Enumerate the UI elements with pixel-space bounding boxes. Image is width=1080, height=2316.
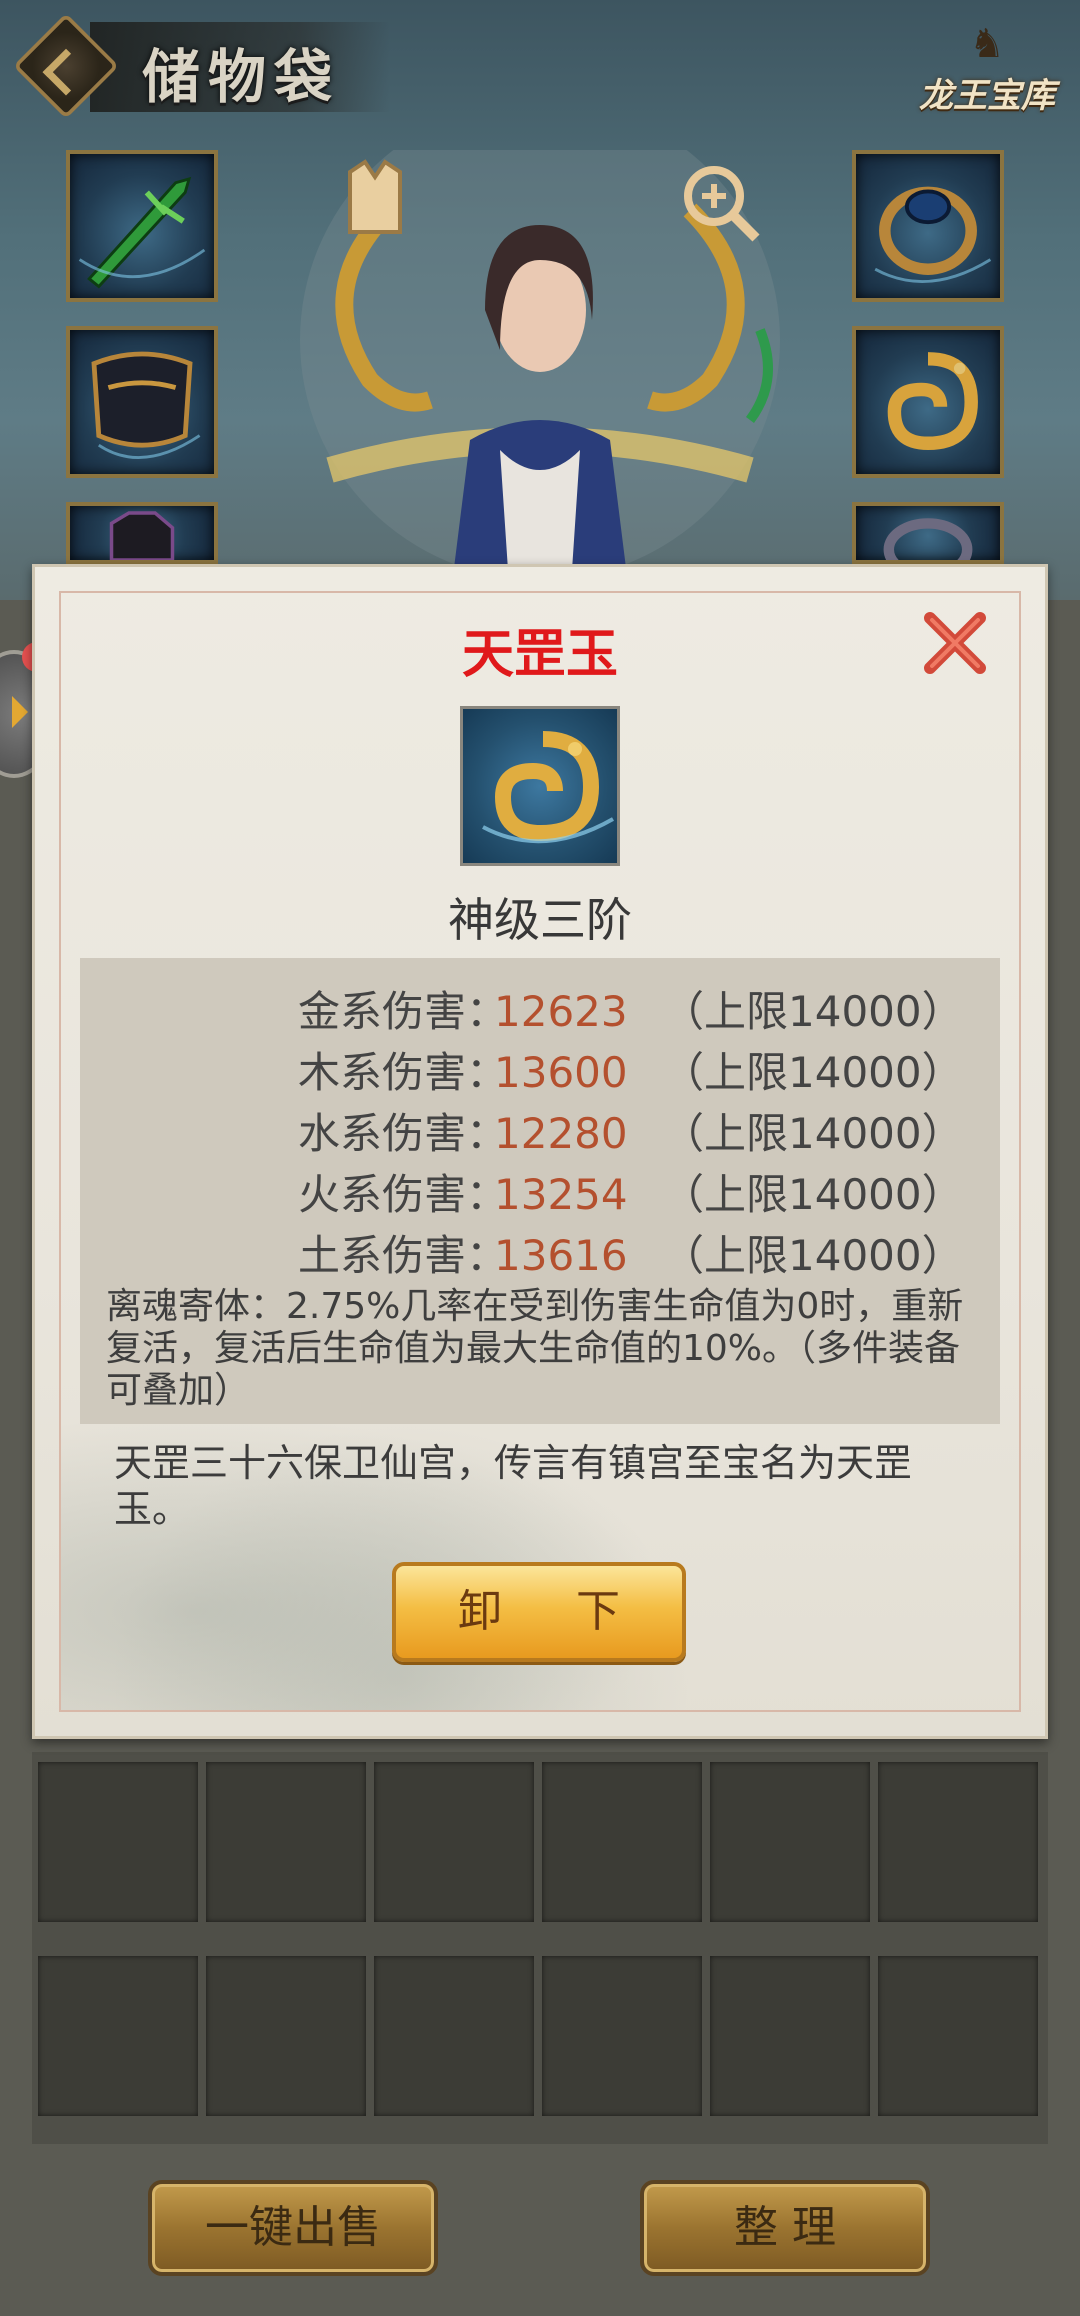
equip-slot-bracelet[interactable] [852,502,1004,564]
stat-row-metal: 金系伤害：12623 （上限14000） [298,978,964,1039]
stat-row-water: 水系伤害：12280 （上限14000） [298,1100,964,1161]
inventory-cell[interactable] [206,1762,366,1922]
item-icon-frame [460,706,620,866]
back-chevron-icon [42,48,90,96]
inventory-cell[interactable] [38,1956,198,2116]
stat-label: 土系伤害： [298,1231,509,1280]
sell-all-button[interactable]: 一键出售 [148,2180,438,2276]
logo-text: 龙王宝库 [919,76,1055,116]
dragon-logo-icon: ♞ [969,21,1005,67]
stat-cap: （上限14000） [662,1170,964,1219]
item-special-effect: 离魂寄体：2.75%几率在受到伤害生命值为0时，重新复活，复活后生命值为最大生命… [106,1286,964,1411]
stat-label: 金系伤害： [298,987,509,1036]
equip-slot-armor[interactable] [66,326,218,478]
stat-row-earth: 土系伤害：13616 （上限14000） [298,1222,964,1283]
stat-value: 12280 [494,1109,628,1158]
stat-row-fire: 火系伤害：13254 （上限14000） [298,1161,964,1222]
stat-value: 12623 [494,987,628,1036]
stat-cap: （上限14000） [662,1048,964,1097]
arrange-button[interactable]: 整 理 [640,2180,930,2276]
outfit-icon [348,159,402,234]
page-title: 储物袋 [142,43,341,111]
magnifier-plus-icon [684,166,760,242]
item-grade: 神级三阶 [448,893,632,947]
boots-icon [109,511,175,560]
bracelet-icon [883,518,973,560]
arrow-right-icon [12,696,28,728]
item-name: 天罡玉 [461,625,618,685]
fashion-outfit-button[interactable] [330,152,420,242]
sword-icon [78,176,206,289]
ring-icon [874,186,992,283]
inventory-cell[interactable] [878,1762,1038,1922]
jade-dragon-icon [482,731,614,844]
inventory-cell[interactable] [206,1956,366,2116]
inventory-cell[interactable] [710,1762,870,1922]
equip-slot-jade[interactable] [852,326,1004,478]
stat-label: 水系伤害： [298,1109,509,1158]
equip-slot-boots[interactable] [66,502,218,564]
item-lore-text: 天罡三十六保卫仙宫，传言有镇宫至宝名为天罡玉。 [114,1441,913,1531]
stat-value: 13600 [494,1048,628,1097]
stat-row-wood: 木系伤害：13600 （上限14000） [298,1039,964,1100]
inventory-cell[interactable] [542,1956,702,2116]
jade-dragon-icon [887,352,978,451]
equip-slot-ring[interactable] [852,150,1004,302]
stat-cap: （上限14000） [662,987,964,1036]
stat-value: 13616 [494,1231,628,1280]
armor-icon [91,351,201,459]
dragon-king-treasury-button[interactable]: ♞ 龙王宝库 [912,20,1062,140]
inventory-cell[interactable] [878,1956,1038,2116]
stat-value: 13254 [494,1170,628,1219]
equip-slot-weapon[interactable] [66,150,218,302]
unequip-button[interactable]: 卸 下 [392,1562,686,1662]
inventory-cell[interactable] [542,1762,702,1922]
inventory-cell[interactable] [710,1956,870,2116]
zoom-in-button[interactable] [676,158,766,248]
inventory-cell[interactable] [374,1762,534,1922]
stat-label: 火系伤害： [298,1170,509,1219]
stat-cap: （上限14000） [662,1109,964,1158]
stat-cap: （上限14000） [662,1231,964,1280]
inventory-cell[interactable] [38,1762,198,1922]
stat-label: 木系伤害： [298,1048,509,1097]
inventory-cell[interactable] [374,1956,534,2116]
